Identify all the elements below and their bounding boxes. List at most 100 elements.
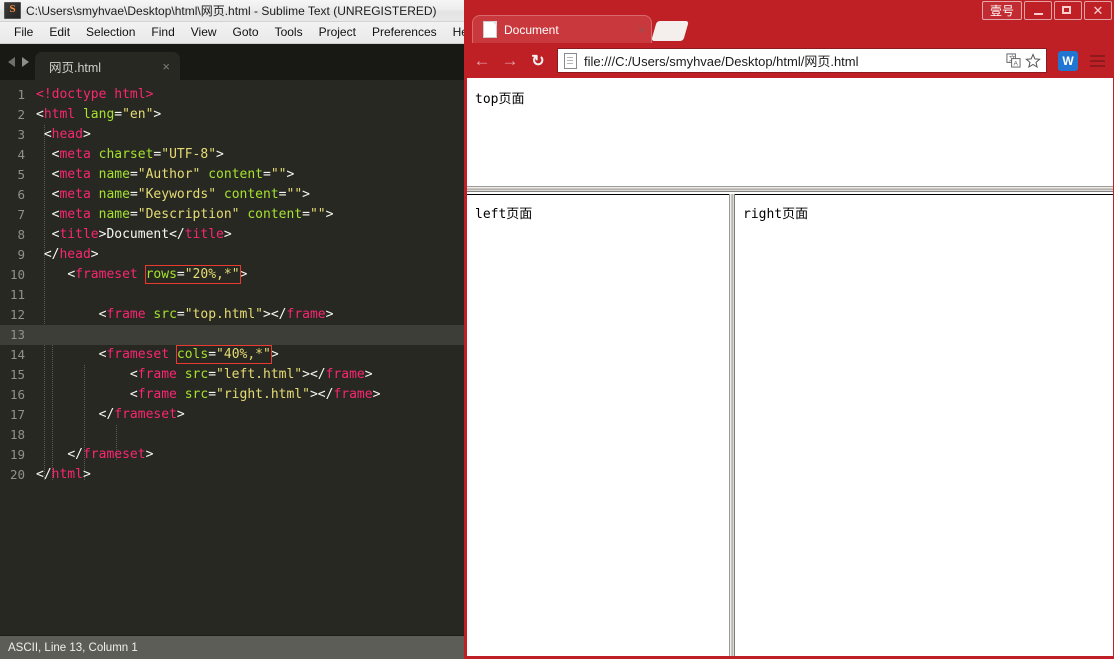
code-line[interactable]: 8 <title>Document</title>: [0, 225, 464, 245]
w-extension-icon[interactable]: W: [1058, 51, 1078, 71]
code-token: =: [208, 387, 216, 402]
code-line[interactable]: 16 <frame src="right.html"></frame>: [0, 385, 464, 405]
line-number: 12: [0, 305, 36, 325]
arrow-left-icon[interactable]: [8, 57, 15, 67]
code-token: cols: [177, 347, 208, 362]
translate-icon[interactable]: 文 A: [1004, 52, 1022, 70]
close-icon[interactable]: ×: [632, 23, 645, 37]
menu-item-project[interactable]: Project: [311, 22, 364, 43]
code-line[interactable]: 9 </head>: [0, 245, 464, 265]
frame-right[interactable]: right页面: [735, 194, 1113, 656]
minimize-icon[interactable]: [1024, 1, 1052, 20]
code-line[interactable]: 3 <head>: [0, 125, 464, 145]
code-token: src: [185, 387, 208, 402]
code-line[interactable]: 5 <meta name="Author" content="">: [0, 165, 464, 185]
menu-item-tools[interactable]: Tools: [267, 22, 311, 43]
frame-top[interactable]: top页面: [467, 78, 1113, 186]
address-bar[interactable]: file:///C:/Users/smyhvae/Desktop/html/网页…: [557, 48, 1047, 73]
code-line[interactable]: 15 <frame src="left.html"></frame>: [0, 365, 464, 385]
code-token: frame: [326, 367, 365, 382]
frame-horizontal-splitter[interactable]: [467, 186, 1113, 192]
code-line[interactable]: 1<!doctype html>: [0, 85, 464, 105]
code-line[interactable]: 4 <meta charset="UTF-8">: [0, 145, 464, 165]
menu-bar: File Edit Selection Find View Goto Tools…: [0, 22, 464, 44]
url-text[interactable]: file:///C:/Users/smyhvae/Desktop/html/网页…: [584, 51, 1002, 70]
code-token: frame: [138, 387, 177, 402]
menu-item-goto[interactable]: Goto: [225, 22, 267, 43]
code-token: "20%,*": [185, 267, 240, 282]
code-token: >: [326, 207, 334, 222]
menu-item-view[interactable]: View: [183, 22, 225, 43]
code-token: [36, 347, 99, 362]
line-number: 11: [0, 285, 36, 305]
star-icon[interactable]: [1024, 52, 1042, 70]
code-line[interactable]: 19 </frameset>: [0, 445, 464, 465]
status-text: ASCII, Line 13, Column 1: [8, 642, 138, 654]
code-token: title: [59, 227, 98, 242]
code-line[interactable]: 13: [0, 325, 464, 345]
line-number: 18: [0, 425, 36, 445]
menu-item-edit[interactable]: Edit: [41, 22, 78, 43]
arrow-forward-icon[interactable]: →: [498, 49, 522, 73]
user-account-button[interactable]: 壹号: [982, 1, 1022, 20]
code-token: meta: [59, 207, 90, 222]
code-token: html: [52, 467, 83, 482]
code-line[interactable]: 12 <frame src="top.html"></frame>: [0, 305, 464, 325]
arrow-right-icon[interactable]: [22, 57, 29, 67]
code-line[interactable]: 7 <meta name="Description" content="">: [0, 205, 464, 225]
close-icon[interactable]: ×: [152, 60, 170, 73]
menu-item-selection[interactable]: Selection: [78, 22, 143, 43]
code-editor[interactable]: 1<!doctype html>2<html lang="en">3 <head…: [0, 80, 464, 635]
code-line[interactable]: 17 </frameset>: [0, 405, 464, 425]
code-token: content: [247, 207, 302, 222]
code-token: >: [240, 267, 248, 282]
close-icon[interactable]: ✕: [1084, 1, 1112, 20]
hamburger-menu-icon[interactable]: [1086, 50, 1108, 72]
code-text: </head>: [36, 245, 99, 265]
code-token: "Author": [138, 167, 201, 182]
menu-item-help[interactable]: He: [445, 22, 464, 43]
code-text: </html>: [36, 465, 91, 485]
code-token: [169, 347, 177, 362]
code-line[interactable]: 2<html lang="en">: [0, 105, 464, 125]
page-frameset: top页面 left页面 right页面: [466, 78, 1113, 656]
code-token: [36, 227, 52, 242]
code-token: >: [177, 407, 185, 422]
code-line[interactable]: 11: [0, 285, 464, 305]
frame-right-text: right页面: [735, 195, 1113, 222]
menu-item-file[interactable]: File: [6, 22, 41, 43]
new-tab-icon[interactable]: [651, 21, 689, 41]
code-token: frameset: [106, 347, 169, 362]
browser-window: 壹号 ✕ Document × ← → ↻ file:///C:/Users/s…: [464, 0, 1114, 659]
sublime-text-window: C:\Users\smyhvae\Desktop\html\网页.html - …: [0, 0, 464, 659]
maximize-icon[interactable]: [1054, 1, 1082, 20]
line-number: 5: [0, 165, 36, 185]
browser-tab-document[interactable]: Document ×: [472, 15, 652, 43]
highlighted-attribute: rows="20%,*": [146, 266, 240, 283]
code-line[interactable]: 6 <meta name="Keywords" content="">: [0, 185, 464, 205]
code-line[interactable]: 20</html>: [0, 465, 464, 485]
code-token: meta: [59, 147, 90, 162]
menu-item-find[interactable]: Find: [143, 22, 182, 43]
reload-icon[interactable]: ↻: [526, 49, 550, 73]
line-number: 4: [0, 145, 36, 165]
code-line[interactable]: 10 <frameset rows="20%,*">: [0, 265, 464, 285]
menu-item-preferences[interactable]: Preferences: [364, 22, 445, 43]
code-token: =: [279, 187, 287, 202]
code-token: meta: [59, 187, 90, 202]
editor-tab-webpage-html[interactable]: 网页.html ×: [35, 52, 180, 80]
code-line[interactable]: 18: [0, 425, 464, 445]
code-text: <meta charset="UTF-8">: [36, 145, 224, 165]
line-number: 20: [0, 465, 36, 485]
code-token: name: [99, 167, 130, 182]
sublime-title-bar: C:\Users\smyhvae\Desktop\html\网页.html - …: [0, 0, 464, 22]
code-token: head: [59, 247, 90, 262]
line-number: 8: [0, 225, 36, 245]
frame-left[interactable]: left页面: [467, 194, 729, 656]
window-controls: 壹号 ✕: [982, 1, 1112, 20]
arrow-back-icon[interactable]: ←: [470, 49, 494, 73]
code-line[interactable]: 14 <frameset cols="40%,*">: [0, 345, 464, 365]
code-token: [91, 167, 99, 182]
code-token: [36, 167, 52, 182]
code-token: [75, 107, 83, 122]
